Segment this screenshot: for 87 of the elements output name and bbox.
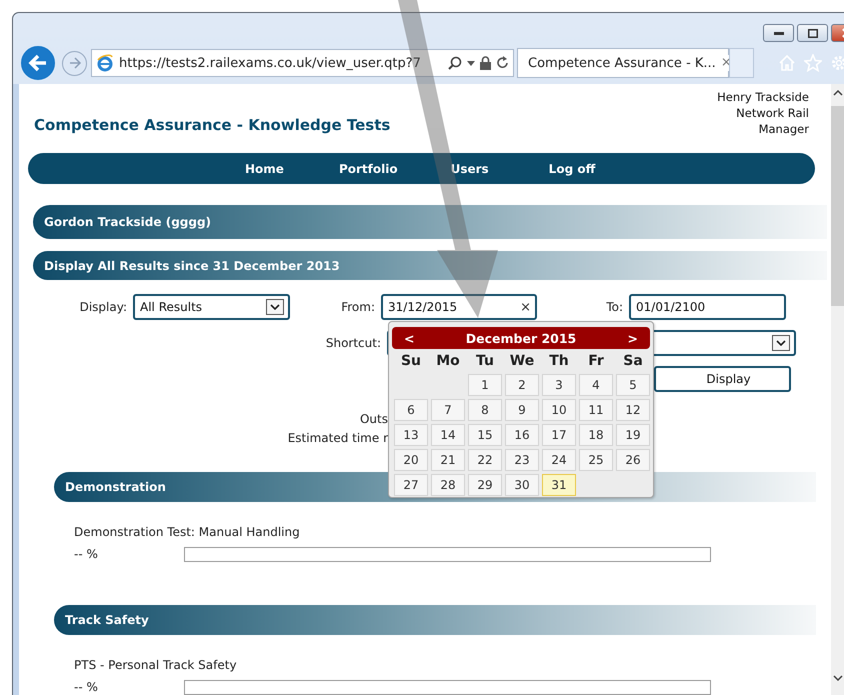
search-icon[interactable] [448,56,462,70]
calendar-day[interactable]: 9 [505,399,539,421]
nav-link[interactable]: Users [450,162,489,176]
calendar-day[interactable]: 25 [579,449,613,471]
calendar-day[interactable]: 30 [505,474,539,496]
calendar-day[interactable]: 6 [394,399,428,421]
calendar-day[interactable]: 13 [394,424,428,446]
scroll-down-icon[interactable] [833,675,843,681]
nav-link[interactable]: Portfolio [338,162,398,176]
calendar-day[interactable]: 12 [616,399,650,421]
arrow-right-icon [68,57,82,70]
address-bar[interactable]: https://tests2.railexams.co.uk/view_user.qtp?7 [91,49,514,78]
calendar-day[interactable]: 7 [431,399,465,421]
calendar-day[interactable]: 19 [616,424,650,446]
calendar-day[interactable]: 16 [505,424,539,446]
refresh-icon[interactable] [496,56,509,70]
calendar-day[interactable]: 15 [468,424,502,446]
calendar-day[interactable]: 8 [468,399,502,421]
maximize-icon [808,28,818,38]
dropdown-icon [266,299,284,315]
calendar-day[interactable]: 22 [468,449,502,471]
section-header: Track Safety [54,605,816,635]
caret-icon[interactable] [467,60,475,66]
star-icon[interactable] [804,54,822,72]
calendar-day[interactable]: 31 [542,474,576,496]
tab-title: Competence Assurance - K... [528,56,716,71]
test-score: -- % [74,680,99,694]
calendar-day[interactable]: 29 [468,474,502,496]
scrollbar[interactable] [831,84,844,695]
calendar-day[interactable]: 23 [505,449,539,471]
calendar-day[interactable]: 10 [542,399,576,421]
weekday-label: Sa [622,352,644,371]
scroll-thumb[interactable] [831,106,844,306]
calendar-day[interactable]: 1 [468,374,502,396]
weekday-label: Tu [475,352,495,371]
calendar-day[interactable]: 21 [431,449,465,471]
nav-link[interactable]: Log off [548,162,596,176]
test-name: PTS - Personal Track Safety [74,657,238,673]
display-button[interactable]: Display [654,366,791,392]
clear-button[interactable]: × [520,300,531,314]
test-name: Demonstration Test: Manual Handling [74,524,301,540]
summary-text: Estimated time r [286,430,388,447]
weekday-label: Th [548,352,570,371]
calendar-day[interactable]: 18 [579,424,613,446]
summary-text: Outs [358,411,388,428]
calendar-day[interactable]: 17 [542,424,576,446]
weekday-label: Fr [587,352,605,371]
site-title: Competence Assurance - Knowledge Tests [34,116,390,134]
next-month-button[interactable]: > [628,330,638,346]
section-header: Display All Results since 31 December 2013 [33,251,827,280]
weekday-label: Mo [435,352,461,371]
calendar-month: December 2015 [466,330,576,346]
user-info: Manager [758,121,809,137]
calendar-day[interactable]: 20 [394,449,428,471]
arrow-left-icon [28,54,48,72]
calendar-day[interactable]: 24 [542,449,576,471]
calendar-day[interactable]: 4 [579,374,613,396]
calendar-day[interactable]: 28 [431,474,465,496]
calendar-day[interactable]: 3 [542,374,576,396]
user-info: Henry Trackside [717,89,809,105]
calendar-day[interactable]: 5 [616,374,650,396]
calendar-day[interactable]: 14 [431,424,465,446]
field-label: Display: [78,300,127,314]
field-label: From: [340,300,375,314]
test-score: -- % [74,547,99,561]
calendar-day[interactable]: 27 [394,474,428,496]
maximize-button[interactable] [797,24,828,42]
prev-month-button[interactable]: < [404,330,414,346]
user-info: Network Rail [736,105,809,121]
field-label: To: [605,300,623,314]
display-select[interactable]: All Results [133,294,290,320]
to-date-field[interactable]: 01/01/2100 [629,294,786,320]
weekday-label: Su [400,352,422,371]
calendar-day[interactable]: 2 [505,374,539,396]
field-label: Shortcut: [324,336,381,350]
dropdown-icon [772,335,790,351]
minimize-icon [774,31,784,36]
browser-logo-icon [96,54,114,72]
calendar-day[interactable]: 11 [579,399,613,421]
lock-icon [480,56,491,70]
user-header: Gordon Trackside (gggg) [33,205,827,239]
weekday-label: We [508,352,536,371]
calendar-day[interactable]: 26 [616,449,650,471]
from-date-field[interactable]: 31/12/2015 × [381,294,537,320]
scroll-up-icon[interactable] [833,90,843,96]
nav-link[interactable]: Home [245,162,284,176]
minimize-button[interactable] [763,24,794,42]
